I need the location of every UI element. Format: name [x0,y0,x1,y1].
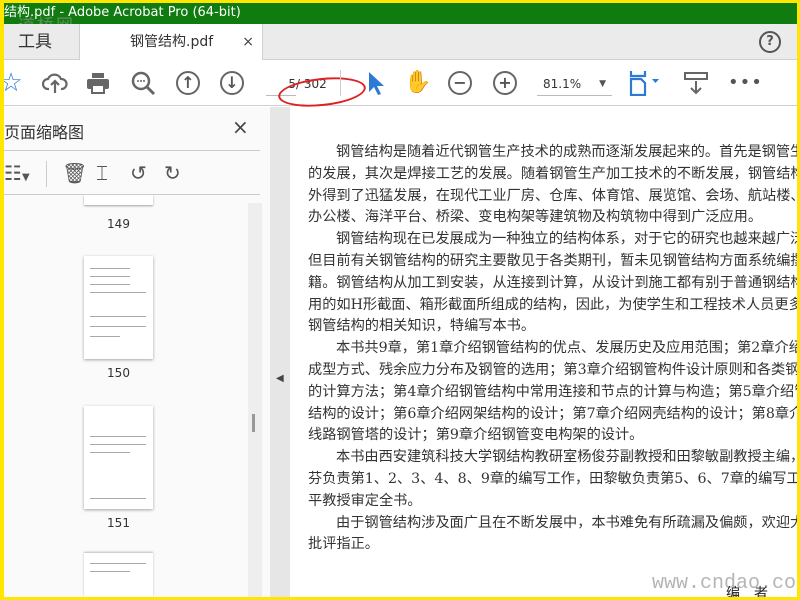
text-line: 成型方式、残余应力分布及钢管的选用；第3章介绍钢管构件设计原则和各类钢管构件 [308,361,797,378]
chevron-down-icon: ▼ [599,79,606,89]
tab-tools[interactable]: 工具 [4,24,80,60]
help-icon[interactable]: ? [759,31,781,53]
text-line: 钢管结构是随着近代钢管生产技术的成熟而逐渐发展起来的。首先是钢管生产工艺 [336,144,797,160]
text-line: 本书共9章，第1章介绍钢管结构的优点、发展历史及应用范围；第2章介绍钢管的 [336,340,797,357]
zoom-out-icon[interactable]: − [448,71,472,95]
cloud-upload-icon[interactable] [41,70,68,96]
rotate-right-icon[interactable]: ↻ [164,161,181,185]
text-line: 的发展，其次是焊接工艺的发展。随着钢管生产加工技术的不断发展，钢管结构在国内 [308,165,797,182]
thumbnail-page[interactable] [84,553,153,597]
page-label: 151 [107,516,130,530]
arrow-up-icon[interactable]: ↑ [176,71,200,95]
text-line: 批评指正。 [308,536,379,553]
zoom-search-icon[interactable] [130,70,156,96]
page-label: 149 [107,217,130,231]
star-icon[interactable]: ☆ [4,70,24,96]
arrow-down-icon[interactable]: ↓ [220,71,244,95]
panel-toolbar: ☷▼ 🗑 ⌶ ↺ ↻ [4,155,260,191]
zoom-select[interactable]: 81.1% ▼ [537,72,612,96]
fit-page-icon[interactable] [628,70,662,97]
close-panel-button[interactable]: × [232,115,249,139]
signature: 编者 [726,586,782,597]
divider [46,161,47,187]
text-line: 钢管结构的相关知识，特编写本书。 [308,318,536,335]
insert-page-icon[interactable]: ⌶ [96,161,108,185]
close-tab-button[interactable]: × [242,24,254,60]
text-line: 平教授审定全书。 [308,492,422,509]
zoom-in-icon[interactable]: + [493,71,517,95]
text-line: 的计算方法；第4章介绍钢管结构中常用连接和节点的计算与构造；第5章介绍管桁架 [308,383,797,400]
scroll-mode-icon[interactable] [683,70,709,96]
page-label: 150 [107,366,130,380]
scrollbar-thumb[interactable] [252,414,255,432]
divider [4,150,260,151]
panel-splitter[interactable]: ◀ [270,107,290,597]
text-line: 线路钢管塔的设计；第9章介绍钢管变电构架的设计。 [308,427,644,444]
toolbar: ☆ ↑ ↓ 5 / 302 ✋ − + 81.1% ▼ ••• [4,60,797,111]
tab-label: 钢管结构.pdf [130,34,214,50]
thumbnail-scrollbar[interactable] [248,203,262,597]
tab-document[interactable]: 钢管结构.pdf × [80,24,263,61]
select-cursor-icon[interactable] [362,70,388,96]
text-line: 结构的设计；第6章介绍网架结构的设计；第7章介绍网壳结构的设计；第8章介绍输电 [308,405,797,422]
text-line: 本书由西安建筑科技大学钢结构教研室杨俊芬副教授和田黎敏副教授主编，杨俊 [336,449,797,466]
text-line: 但目前有关钢管结构的研究主要散见于各类期刊，暂未见钢管结构方面系统编撰的书 [308,252,797,269]
thumbnail-page[interactable] [84,256,153,359]
title-bar: 结构.pdf - Adobe Acrobat Pro (64-bit) [4,3,797,24]
options-menu-icon[interactable]: ☷▼ [4,161,30,185]
text-line: 籍。钢管结构从加工到安装，从连接到计算，从设计到施工都有别于普通钢结构中常 [308,274,797,291]
document-page: 钢管结构是随着近代钢管生产技术的成熟而逐渐发展起来的。首先是钢管生产工艺的发展，… [290,107,797,597]
page-text: 钢管结构是随着近代钢管生产技术的成熟而逐渐发展起来的。首先是钢管生产工艺的发展，… [308,142,797,556]
text-line: 钢管结构现在已发展成为一种独立的结构体系，对于它的研究也越来越广泛， [336,231,797,248]
divider [340,70,341,96]
acrobat-window: 结构.pdf - Adobe Acrobat Pro (64-bit) 道桥网 … [4,3,797,597]
thumbnail-panel: 页面缩略图 × ☷▼ 🗑 ⌶ ↺ ↻ 149 150 151 [4,107,270,597]
text-line: 办公楼、海洋平台、桥梁、变电构架等建筑物及构筑物中得到广泛应用。 [308,209,763,226]
text-line: 芬负责第1、2、3、4、8、9章的编写工作，田黎敏负责第5、6、7章的编写工作。… [308,470,797,487]
text-line: 用的如H形截面、箱形截面所组成的结构，因此，为使学生和工程技术人员更多地了解 [308,296,797,313]
rotate-left-icon[interactable]: ↺ [130,161,147,185]
thumbnail-list: 149 150 151 [4,195,248,597]
more-icon[interactable]: ••• [728,70,762,96]
hand-icon[interactable]: ✋ [404,70,431,96]
print-icon[interactable] [85,70,111,96]
thumbnail-page[interactable] [84,406,153,509]
collapse-arrow-icon[interactable]: ◀ [276,373,284,384]
thumbnail-page[interactable] [84,195,153,205]
panel-title: 页面缩略图 [4,123,85,142]
tab-bar: 工具 钢管结构.pdf × ? [4,24,797,61]
delete-icon[interactable]: 🗑 [62,161,87,185]
text-line: 外得到了迅猛发展，在现代工业厂房、仓库、体育馆、展览馆、会场、航站楼、车站、 [308,187,797,204]
text-line: 由于钢管结构涉及面广且在不断发展中，本书难免有所疏漏及偏颇，欢迎大家 [336,514,797,531]
